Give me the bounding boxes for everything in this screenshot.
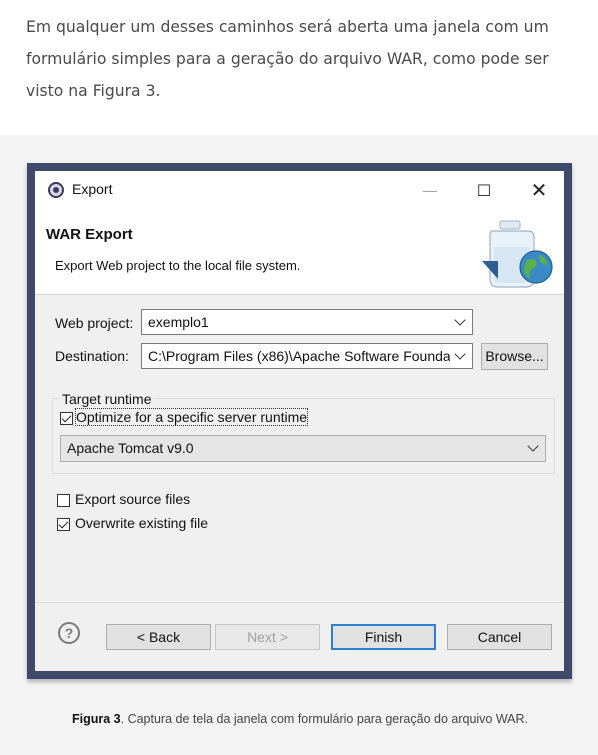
chevron-down-icon [454,348,466,360]
help-icon[interactable]: ? [58,622,80,644]
minimize-button[interactable]: — [407,171,453,210]
export-dialog-window: Export — ☐ ✕ WAR Export Export Web proje… [27,163,572,679]
close-button[interactable]: ✕ [516,171,562,210]
web-project-combo[interactable]: exemplo1 [141,309,473,335]
wizard-header: WAR Export Export Web project to the loc… [35,210,564,295]
war-export-banner-icon [482,220,553,288]
figure-label: Figura 3 [72,712,121,726]
chevron-down-icon [454,314,466,326]
back-button[interactable]: < Back [106,624,211,650]
target-runtime-title: Target runtime [60,391,154,407]
maximize-button[interactable]: ☐ [461,171,507,210]
window-title: Export [72,181,113,197]
web-project-label: Web project: [55,315,134,331]
wizard-title: WAR Export [46,226,133,243]
overwrite-label[interactable]: Overwrite existing file [75,515,208,531]
overwrite-checkbox[interactable] [57,518,70,531]
wizard-description: Export Web project to the local file sys… [55,258,301,273]
optimize-checkbox[interactable] [60,412,73,425]
title-bar[interactable]: Export — ☐ ✕ [35,171,564,210]
destination-value: C:\Program Files (x86)\Apache Software F… [148,348,450,364]
figure-caption: Figura 3. Captura de tela da janela com … [72,710,552,728]
footer-separator [35,602,564,603]
web-project-value: exemplo1 [148,314,209,330]
caption-text: . Captura de tela da janela com formulár… [120,712,529,726]
optimize-label[interactable]: Optimize for a specific server runtime [74,408,309,426]
eclipse-app-icon [48,182,64,198]
intro-paragraph: Em qualquer um desses caminhos será aber… [26,18,549,100]
browse-button[interactable]: Browse... [481,343,548,370]
export-source-label[interactable]: Export source files [75,491,190,507]
destination-combo[interactable]: C:\Program Files (x86)\Apache Software F… [141,343,473,369]
destination-label: Destination: [55,348,129,364]
runtime-value: Apache Tomcat v9.0 [67,440,194,456]
cancel-button[interactable]: Cancel [447,624,552,650]
chevron-down-icon [527,440,539,452]
finish-button[interactable]: Finish [331,624,436,650]
export-source-checkbox[interactable] [57,494,70,507]
next-button[interactable]: Next > [215,624,320,650]
dialog-body: Export — ☐ ✕ WAR Export Export Web proje… [35,171,564,671]
runtime-select[interactable]: Apache Tomcat v9.0 [60,435,546,462]
